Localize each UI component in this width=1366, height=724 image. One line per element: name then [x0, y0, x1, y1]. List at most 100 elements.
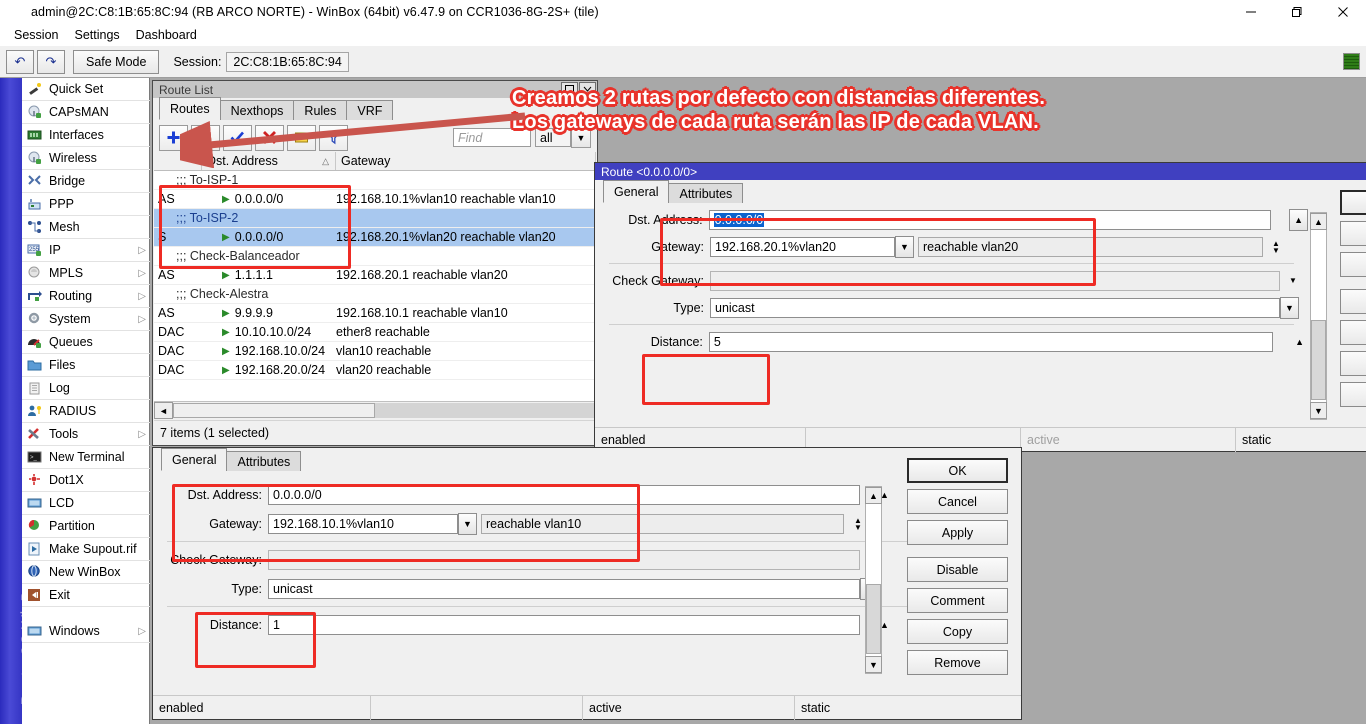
gateway-dropdown-icon[interactable]: ▼ [458, 513, 477, 535]
scroll-up-icon[interactable]: ▲ [1310, 213, 1327, 230]
gateway-input[interactable]: 192.168.20.1%vlan20 [710, 237, 895, 257]
sidebar-item-radius[interactable]: RADIUS [22, 400, 150, 423]
type-input[interactable]: unicast [268, 579, 860, 599]
menu-session[interactable]: Session [6, 26, 66, 44]
comment-button[interactable] [1340, 320, 1366, 345]
sidebar-item-log[interactable]: Log [22, 377, 150, 400]
tab-general[interactable]: General [603, 180, 669, 203]
check-gateway-input[interactable] [268, 550, 860, 570]
table-row[interactable]: AS▶0.0.0.0/0192.168.10.1%vlan10 reachabl… [154, 190, 596, 209]
tab-general[interactable]: General [161, 448, 227, 471]
distance-input[interactable]: 1 [268, 615, 860, 635]
column-gateway[interactable]: Gateway [336, 152, 596, 170]
scroll-track[interactable] [173, 403, 596, 418]
remove-button[interactable]: Remove [907, 650, 1008, 675]
sidebar-item-lcd[interactable]: LCD [22, 492, 150, 515]
tab-nexthops[interactable]: Nexthops [220, 100, 295, 120]
tab-routes[interactable]: Routes [159, 97, 221, 120]
sidebar-item-files[interactable]: Files [22, 354, 150, 377]
check-gateway-dropdown-icon[interactable]: ▼ [1285, 271, 1301, 291]
table-row-comment[interactable]: ;;; Check-Balanceador [154, 247, 596, 266]
sidebar-item-wireless[interactable]: Wireless [22, 147, 150, 170]
dst-address-input[interactable]: 0.0.0.0/0 [709, 210, 1272, 230]
redo-icon[interactable]: ↷ [37, 50, 65, 74]
tab-vrf[interactable]: VRF [346, 100, 393, 120]
comment-icon[interactable] [287, 125, 316, 151]
type-dropdown-icon[interactable]: ▼ [1280, 297, 1299, 319]
table-row[interactable]: S▶0.0.0.0/0192.168.20.1%vlan20 reachable… [154, 228, 596, 247]
sidebar-item-interfaces[interactable]: Interfaces [22, 124, 150, 147]
sidebar-item-new-winbox[interactable]: New WinBox [22, 561, 150, 584]
dst-address-spinner-up-icon[interactable]: ▲ [1289, 209, 1308, 231]
maximize-icon[interactable] [1274, 0, 1320, 24]
remove-icon[interactable] [191, 125, 220, 151]
check-gateway-input[interactable] [710, 271, 1280, 291]
sidebar-item-capsman[interactable]: CAPsMAN [22, 101, 150, 124]
table-row[interactable]: AS▶1.1.1.1192.168.20.1 reachable vlan20 [154, 266, 596, 285]
comment-button[interactable]: Comment [907, 588, 1008, 613]
scroll-down-icon[interactable]: ▼ [1310, 402, 1327, 419]
gateway-spinner-icon[interactable]: ▲▼ [850, 514, 866, 534]
table-row-comment[interactable]: ;;; Check-Alestra [154, 285, 596, 304]
column-flags[interactable] [154, 152, 202, 170]
gateway-input[interactable]: 192.168.10.1%vlan10 [268, 514, 458, 534]
routes-horizontal-scrollbar[interactable]: ◄ [154, 401, 596, 419]
scroll-thumb[interactable] [1311, 320, 1326, 400]
sidebar-item-make-supout-rif[interactable]: Make Supout.rif [22, 538, 150, 561]
sidebar-item-queues[interactable]: Queues [22, 331, 150, 354]
scroll-down-icon[interactable]: ▼ [865, 656, 882, 673]
scroll-up-icon[interactable]: ▲ [865, 487, 882, 504]
copy-button[interactable] [1340, 351, 1366, 376]
sidebar-item-new-terminal[interactable]: >_New Terminal [22, 446, 150, 469]
sidebar-item-routing[interactable]: Routing▷ [22, 285, 150, 308]
scroll-track[interactable] [1311, 230, 1326, 402]
table-row[interactable]: DAC▶192.168.20.0/24vlan20 reachable [154, 361, 596, 380]
ok-button[interactable]: OK [907, 458, 1008, 483]
scroll-track[interactable] [866, 504, 881, 656]
sidebar-item-dot1x[interactable]: Dot1X [22, 469, 150, 492]
table-row[interactable]: DAC▶10.10.10.0/24ether8 reachable [154, 323, 596, 342]
table-row[interactable]: AS▶9.9.9.9192.168.10.1 reachable vlan10 [154, 304, 596, 323]
table-row-comment[interactable]: ;;; To-ISP-1 [154, 171, 596, 190]
table-row[interactable]: DAC▶192.168.10.0/24vlan10 reachable [154, 342, 596, 361]
sidebar-item-partition[interactable]: Partition [22, 515, 150, 538]
enable-icon[interactable] [223, 125, 252, 151]
cancel-button[interactable] [1340, 221, 1366, 246]
type-input[interactable]: unicast [710, 298, 1280, 318]
filter-icon[interactable] [319, 125, 348, 151]
sidebar-item-mpls[interactable]: MPLS▷ [22, 262, 150, 285]
menu-dashboard[interactable]: Dashboard [128, 26, 205, 44]
gateway-dropdown-icon[interactable]: ▼ [895, 236, 914, 258]
route-dialog-bottom-scrollbar[interactable]: ▲ ▼ [865, 486, 882, 674]
scroll-left-icon[interactable]: ◄ [154, 402, 173, 419]
tab-attributes[interactable]: Attributes [226, 451, 301, 471]
ok-button[interactable] [1340, 190, 1366, 215]
table-row-comment[interactable]: ;;; To-ISP-2 [154, 209, 596, 228]
sidebar-item-mesh[interactable]: Mesh [22, 216, 150, 239]
sidebar-item-quick-set[interactable]: Quick Set [22, 78, 150, 101]
apply-button[interactable] [1340, 252, 1366, 277]
scroll-thumb[interactable] [866, 584, 881, 654]
menu-settings[interactable]: Settings [66, 26, 127, 44]
sidebar-item-tools[interactable]: Tools▷ [22, 423, 150, 446]
apply-button[interactable]: Apply [907, 520, 1008, 545]
disable-button[interactable]: Disable [907, 557, 1008, 582]
minimize-icon[interactable] [1228, 0, 1274, 24]
gateway-spinner-icon[interactable]: ▲▼ [1268, 237, 1284, 257]
sidebar-item-ppp[interactable]: PPP [22, 193, 150, 216]
add-icon[interactable] [159, 125, 188, 151]
column-dst-address[interactable]: Dst. Address △ [202, 152, 336, 170]
sidebar-item-system[interactable]: System▷ [22, 308, 150, 331]
close-icon[interactable] [1320, 0, 1366, 24]
scroll-thumb[interactable] [173, 403, 375, 418]
tab-attributes[interactable]: Attributes [668, 183, 743, 203]
route-dialog-top-scrollbar[interactable]: ▲ ▼ [1310, 212, 1327, 420]
safe-mode-button[interactable]: Safe Mode [73, 50, 159, 74]
sidebar-item-exit[interactable]: Exit [22, 584, 150, 607]
undo-icon[interactable]: ↶ [6, 50, 34, 74]
tab-rules[interactable]: Rules [293, 100, 347, 120]
disable-button[interactable] [1340, 289, 1366, 314]
cancel-button[interactable]: Cancel [907, 489, 1008, 514]
dst-address-input[interactable]: 0.0.0.0/0 [268, 485, 860, 505]
distance-input[interactable]: 5 [709, 332, 1273, 352]
